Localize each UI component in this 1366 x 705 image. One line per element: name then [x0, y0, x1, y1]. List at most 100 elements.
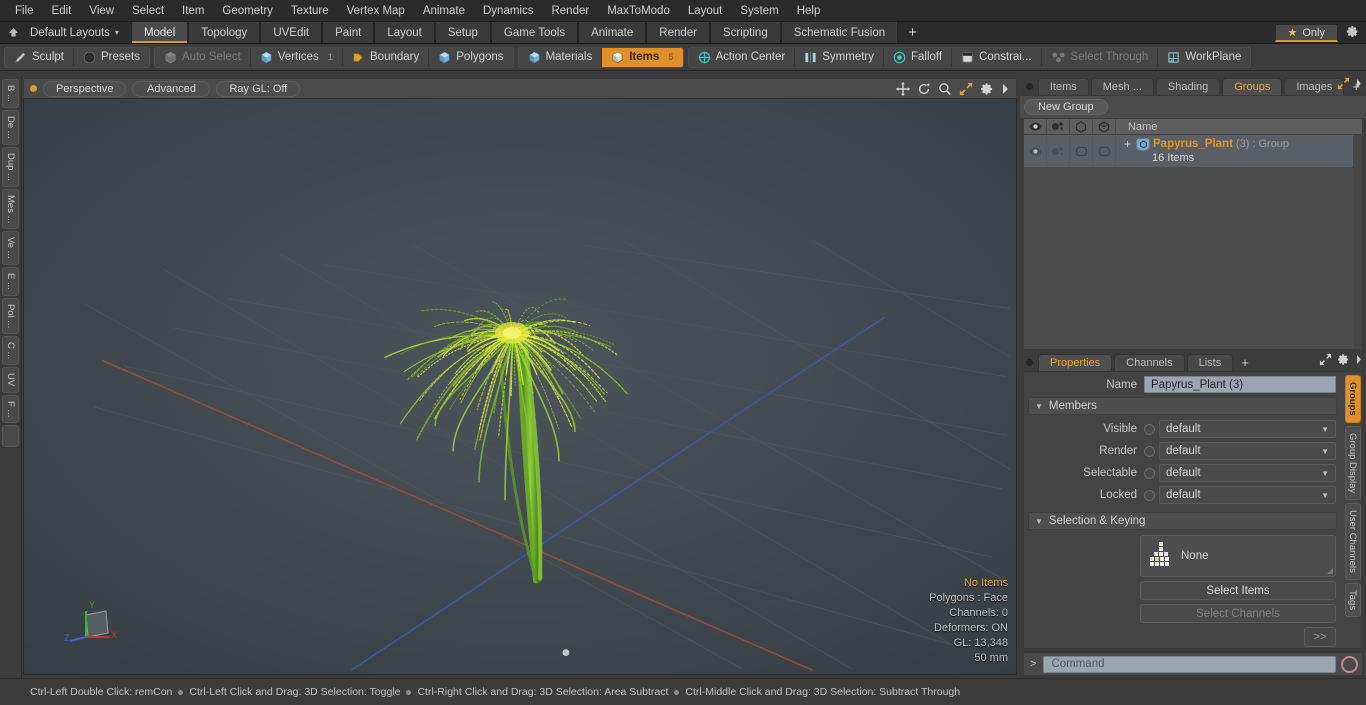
left-tab-pol[interactable]: Pol ... — [2, 297, 19, 334]
menu-item-render[interactable]: Render — [542, 3, 598, 19]
groups-list-scrollbar[interactable] — [1353, 135, 1362, 349]
maximize-icon[interactable] — [1337, 77, 1350, 93]
left-tab-de[interactable]: De ... — [2, 109, 19, 145]
layout-tab-game-tools[interactable]: Game Tools — [490, 22, 579, 43]
selection-keying-section-header[interactable]: ▼ Selection & Keying — [1028, 512, 1337, 530]
right-tab-group-display[interactable]: Group Display — [1344, 425, 1361, 500]
toolbar-button-auto-select[interactable]: Auto Select — [155, 47, 251, 67]
member-dropdown-locked[interactable]: default ▼ — [1159, 486, 1336, 504]
menu-item-texture[interactable]: Texture — [282, 3, 338, 19]
viewport-projection-pill[interactable]: Perspective — [43, 80, 127, 97]
panel-menu-dot-icon[interactable] — [1026, 83, 1033, 90]
menu-item-system[interactable]: System — [731, 3, 787, 19]
groups-list-empty-area[interactable] — [1024, 168, 1362, 349]
tab-lists[interactable]: Lists — [1186, 354, 1234, 371]
home-icon[interactable] — [0, 22, 26, 43]
toolbar-button-symmetry[interactable]: Symmetry — [795, 47, 884, 67]
layout-tab-animate[interactable]: Animate — [578, 22, 647, 43]
menu-item-item[interactable]: Item — [173, 3, 213, 19]
member-indicator-locked[interactable] — [1144, 489, 1155, 501]
member-dropdown-render[interactable]: default ▼ — [1159, 442, 1336, 460]
row-lock-toggle[interactable] — [1093, 135, 1116, 167]
row-render-toggle[interactable] — [1047, 135, 1070, 167]
name-field[interactable]: Papyrus_Plant (3) — [1144, 376, 1336, 393]
chevron-right-icon[interactable] — [1001, 83, 1010, 95]
chevron-right-icon[interactable] — [1355, 354, 1363, 368]
menu-item-layout[interactable]: Layout — [679, 3, 732, 19]
new-group-button[interactable]: New Group — [1024, 99, 1108, 115]
move-icon[interactable] — [896, 82, 910, 96]
fit-icon[interactable] — [959, 82, 973, 96]
member-dropdown-visible[interactable]: default ▼ — [1159, 420, 1336, 438]
toolbar-button-falloff[interactable]: Falloff — [884, 47, 953, 67]
toolbar-button-constrai-[interactable]: Constrai... — [952, 47, 1042, 67]
properties-menu-dot-icon[interactable] — [1026, 359, 1033, 366]
layout-tab-topology[interactable]: Topology — [188, 22, 261, 43]
members-section-header[interactable]: ▼ Members — [1028, 397, 1337, 415]
maximize-icon[interactable] — [1319, 353, 1332, 369]
menu-item-view[interactable]: View — [80, 3, 123, 19]
selection-set-dropdown[interactable]: None — [1140, 535, 1336, 577]
groups-list[interactable]: Name + Papyrus_Plant (3): Group 16 Item… — [1023, 118, 1363, 350]
layout-tab-layout[interactable]: Layout — [374, 22, 435, 43]
member-indicator-render[interactable] — [1144, 445, 1155, 457]
expand-more-button[interactable]: >> — [1304, 627, 1336, 647]
select-items-button[interactable]: Select Items — [1140, 581, 1336, 600]
zoom-icon[interactable] — [938, 82, 952, 96]
tab-groups[interactable]: Groups — [1222, 78, 1283, 95]
left-tab-dup[interactable]: Dup ... — [2, 146, 19, 187]
only-toggle-button[interactable]: ★ Only — [1274, 24, 1338, 42]
row-select-toggle[interactable] — [1070, 135, 1093, 167]
right-tab-tags[interactable]: Tags — [1344, 582, 1361, 617]
member-indicator-selectable[interactable] — [1144, 467, 1155, 479]
left-tab-e[interactable]: E ... — [2, 266, 19, 296]
layout-tab-model[interactable]: Model — [130, 22, 189, 43]
tab-channels[interactable]: Channels — [1114, 354, 1185, 371]
toolbar-button-polygons[interactable]: Polygons — [429, 48, 512, 67]
left-tab-uv[interactable]: UV — [2, 367, 19, 393]
toolbar-button-workplane[interactable]: WorkPlane — [1158, 48, 1250, 67]
rotate-icon[interactable] — [917, 82, 931, 96]
toolbar-button-presets[interactable]: Presets — [74, 48, 149, 67]
layout-tab-uvedit[interactable]: UVEdit — [260, 22, 323, 43]
menu-item-dynamics[interactable]: Dynamics — [474, 3, 542, 19]
left-tab-mes[interactable]: Mes ... — [2, 188, 19, 230]
row-eye-toggle[interactable] — [1024, 135, 1047, 167]
left-tab-extra[interactable] — [2, 424, 19, 447]
left-tab-c[interactable]: C ... — [2, 335, 19, 366]
toolbar-button-boundary[interactable]: Boundary — [343, 47, 430, 67]
right-tab-user-channels[interactable]: User Channels — [1344, 502, 1361, 580]
menu-item-animate[interactable]: Animate — [414, 3, 474, 19]
right-tab-groups[interactable]: Groups — [1344, 375, 1361, 423]
add-layout-tab-button[interactable]: + — [898, 22, 927, 43]
menu-item-maxtomodo[interactable]: MaxToModo — [598, 3, 679, 19]
command-input[interactable]: Command — [1043, 655, 1336, 673]
record-circle-icon[interactable] — [1341, 655, 1358, 673]
tab-shading[interactable]: Shading — [1155, 78, 1221, 95]
chevron-right-icon[interactable] — [1355, 78, 1363, 92]
toolbar-button-items[interactable]: Items 5 — [602, 47, 683, 67]
left-tab-f[interactable]: F ... — [2, 394, 19, 423]
layout-tab-paint[interactable]: Paint — [322, 22, 375, 43]
menu-item-geometry[interactable]: Geometry — [213, 3, 282, 19]
viewport-shading-pill[interactable]: Advanced — [132, 80, 211, 97]
menu-item-help[interactable]: Help — [788, 3, 830, 19]
gear-icon[interactable] — [1337, 353, 1350, 369]
toolbar-button-vertices[interactable]: Vertices 1 — [251, 47, 344, 67]
member-indicator-visible[interactable] — [1144, 423, 1155, 435]
tab-properties[interactable]: Properties — [1038, 354, 1113, 371]
menu-item-file[interactable]: File — [6, 3, 43, 19]
left-tab-ve[interactable]: Ve ... — [2, 231, 19, 265]
layout-tab-setup[interactable]: Setup — [434, 22, 491, 43]
gear-icon[interactable] — [980, 82, 994, 96]
layout-picker[interactable]: Default Layouts ▾ — [26, 22, 131, 43]
table-row[interactable]: + Papyrus_Plant (3) : Group 16 Items — [1024, 135, 1362, 168]
tab-mesh-[interactable]: Mesh ... — [1090, 78, 1154, 95]
toolbar-button-materials[interactable]: Materials — [519, 47, 603, 67]
tab-items[interactable]: Items — [1037, 78, 1089, 95]
viewport-menu-dot-icon[interactable] — [30, 85, 37, 92]
expand-toggle[interactable]: + — [1124, 137, 1133, 151]
toolbar-button-select-through[interactable]: Select Through — [1042, 47, 1159, 67]
layout-tab-schematic-fusion[interactable]: Schematic Fusion — [780, 22, 899, 43]
gear-icon[interactable] — [1342, 25, 1362, 41]
